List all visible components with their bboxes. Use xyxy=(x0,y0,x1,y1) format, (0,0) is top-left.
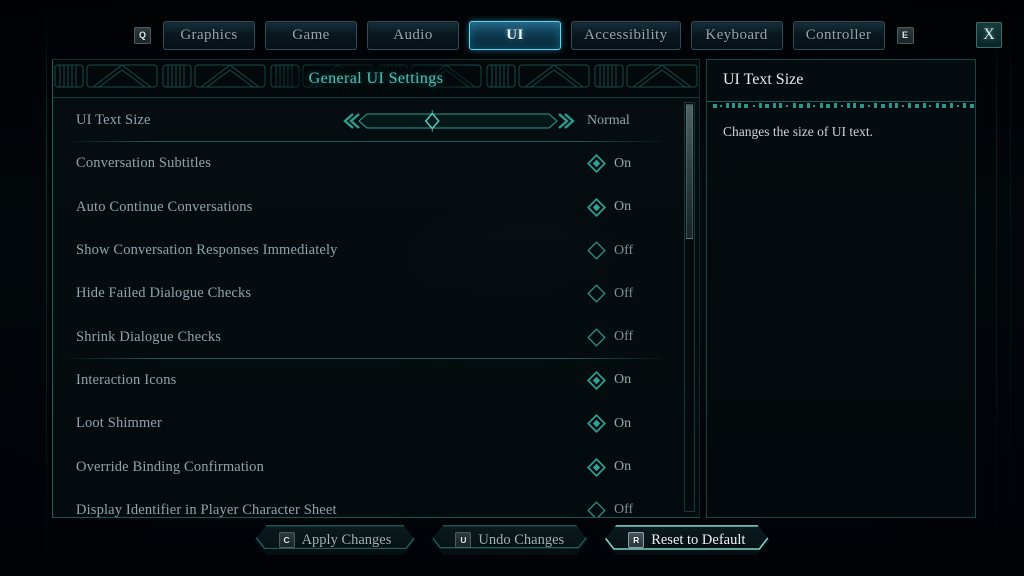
key-badge: C xyxy=(279,532,295,548)
setting-row[interactable]: Loot Shimmer On xyxy=(53,402,699,445)
footer-button-apply-changes[interactable]: C Apply Changes xyxy=(255,525,416,555)
close-icon[interactable]: X xyxy=(976,22,1002,48)
tab-ui[interactable]: UI xyxy=(469,20,561,50)
ambient-light-streak xyxy=(996,0,997,576)
diamond-filled-icon xyxy=(586,370,607,390)
settings-list: UI Text Size Normal Conversation Subtitles… xyxy=(53,98,699,518)
diamond-outline-icon xyxy=(587,284,606,304)
settings-screen: Q Graphics Game Audio UI Accessibility Keyboa… xyxy=(0,0,1024,576)
toggle-value-label: Off xyxy=(614,285,634,301)
setting-control-toggle[interactable]: On xyxy=(586,154,653,174)
setting-control-toggle[interactable]: Off xyxy=(587,241,653,260)
tab-label: Controller xyxy=(805,26,872,43)
setting-row[interactable]: Auto Continue Conversations On xyxy=(53,186,699,229)
setting-label: Conversation Subtitles xyxy=(76,155,212,172)
settings-tab-bar: Q Graphics Game Audio UI Accessibility Keyboa… xyxy=(0,17,1024,53)
tab-keyboard[interactable]: Keyboard xyxy=(690,20,783,50)
tab-label: UI xyxy=(506,26,524,43)
toggle-value-label: Off xyxy=(614,329,634,345)
setting-row[interactable]: Override Binding Confirmation On xyxy=(53,445,699,488)
setting-row[interactable]: Conversation Subtitles On xyxy=(53,142,699,185)
toggle-value-label: Off xyxy=(614,502,634,518)
scrollbar[interactable] xyxy=(684,102,695,512)
diamond-filled-icon xyxy=(586,457,607,477)
diamond-outline-icon xyxy=(587,327,606,347)
diamond-filled-icon xyxy=(586,414,607,434)
diamond-filled-icon xyxy=(586,154,607,174)
toggle-value-label: On xyxy=(614,415,632,431)
setting-control-toggle[interactable]: Off xyxy=(587,327,653,347)
tab-label: Audio xyxy=(393,26,433,43)
setting-control-toggle[interactable]: On xyxy=(586,457,653,477)
tab-controller[interactable]: Controller xyxy=(792,20,885,50)
setting-row[interactable]: UI Text Size Normal xyxy=(53,99,699,143)
setting-label: Auto Continue Conversations xyxy=(76,198,253,215)
setting-label: Hide Failed Dialogue Checks xyxy=(76,285,252,302)
setting-label: Interaction Icons xyxy=(76,371,177,388)
tab-game[interactable]: Game xyxy=(265,20,357,50)
footer-button-undo-changes[interactable]: U Undo Changes xyxy=(431,525,588,555)
toggle-value-label: On xyxy=(614,459,632,475)
settings-panel: General UI Settings UI Text Size Normal Co… xyxy=(52,59,700,518)
tab-list: Graphics Game Audio UI Accessibility Keyboard… xyxy=(163,20,885,50)
tab-label: Keyboard xyxy=(705,26,768,43)
panel-header: General UI Settings xyxy=(53,60,699,98)
tab-graphics[interactable]: Graphics xyxy=(163,20,255,50)
next-tab-key-badge[interactable]: E xyxy=(896,26,914,44)
tab-label: Game xyxy=(292,26,330,43)
toggle-value-label: On xyxy=(614,155,632,171)
tab-label: Accessibility xyxy=(584,26,668,43)
setting-control-toggle[interactable]: On xyxy=(586,414,653,434)
setting-control-toggle[interactable]: On xyxy=(586,197,653,217)
setting-label: Shrink Dialogue Checks xyxy=(76,328,222,345)
info-panel-title: UI Text Size xyxy=(723,71,804,88)
info-panel-divider xyxy=(707,98,975,108)
setting-control-toggle[interactable]: On xyxy=(586,370,653,390)
diamond-filled-icon xyxy=(586,197,607,217)
toggle-value-label: Off xyxy=(614,242,634,258)
page-title: General UI Settings xyxy=(308,69,444,87)
button-label: Reset to Default xyxy=(651,531,746,548)
ambient-light-streak xyxy=(1010,0,1011,576)
toggle-value-label: On xyxy=(614,372,632,388)
footer-button-reset-to-default[interactable]: R Reset to Default xyxy=(604,525,769,555)
info-panel-description: Changes the size of UI text. xyxy=(723,124,873,139)
diamond-outline-icon xyxy=(587,241,606,260)
key-badge: R xyxy=(628,532,644,548)
footer-actions: C Apply Changes U Undo Changes R Reset to Def… xyxy=(0,523,1024,557)
tab-audio[interactable]: Audio xyxy=(367,20,459,50)
setting-label: Display Identifier in Player Character S… xyxy=(76,501,337,518)
key-badge: U xyxy=(455,532,471,548)
setting-row[interactable]: Display Identifier in Player Character S… xyxy=(53,489,699,518)
diamond-outline-icon xyxy=(587,501,606,517)
setting-control-slider[interactable]: Normal xyxy=(339,109,653,132)
tab-label: Graphics xyxy=(180,26,238,43)
info-panel: UI Text Size Changes the size of UI text… xyxy=(706,59,976,518)
ui-text-size-slider[interactable] xyxy=(339,109,579,132)
setting-label: Show Conversation Responses Immediately xyxy=(76,242,338,259)
setting-control-toggle[interactable]: Off xyxy=(587,284,653,304)
ambient-light-streak xyxy=(46,0,47,576)
prev-tab-key-badge[interactable]: Q xyxy=(134,26,151,44)
setting-row[interactable]: Shrink Dialogue Checks Off xyxy=(53,315,699,360)
button-label: Undo Changes xyxy=(478,531,565,548)
tab-accessibility[interactable]: Accessibility xyxy=(571,20,681,50)
slider-value-label: Normal xyxy=(587,112,630,128)
setting-control-toggle[interactable]: Off xyxy=(587,501,653,518)
setting-row[interactable]: Hide Failed Dialogue Checks Off xyxy=(53,272,699,315)
setting-label: UI Text Size xyxy=(76,112,151,129)
setting-label: Loot Shimmer xyxy=(76,415,162,432)
button-label: Apply Changes xyxy=(301,531,392,548)
setting-row[interactable]: Interaction Icons On xyxy=(53,359,699,402)
setting-row[interactable]: Show Conversation Responses Immediately O… xyxy=(53,229,699,272)
setting-label: Override Binding Confirmation xyxy=(76,458,264,475)
toggle-value-label: On xyxy=(614,199,632,215)
scrollbar-thumb[interactable] xyxy=(686,104,693,239)
